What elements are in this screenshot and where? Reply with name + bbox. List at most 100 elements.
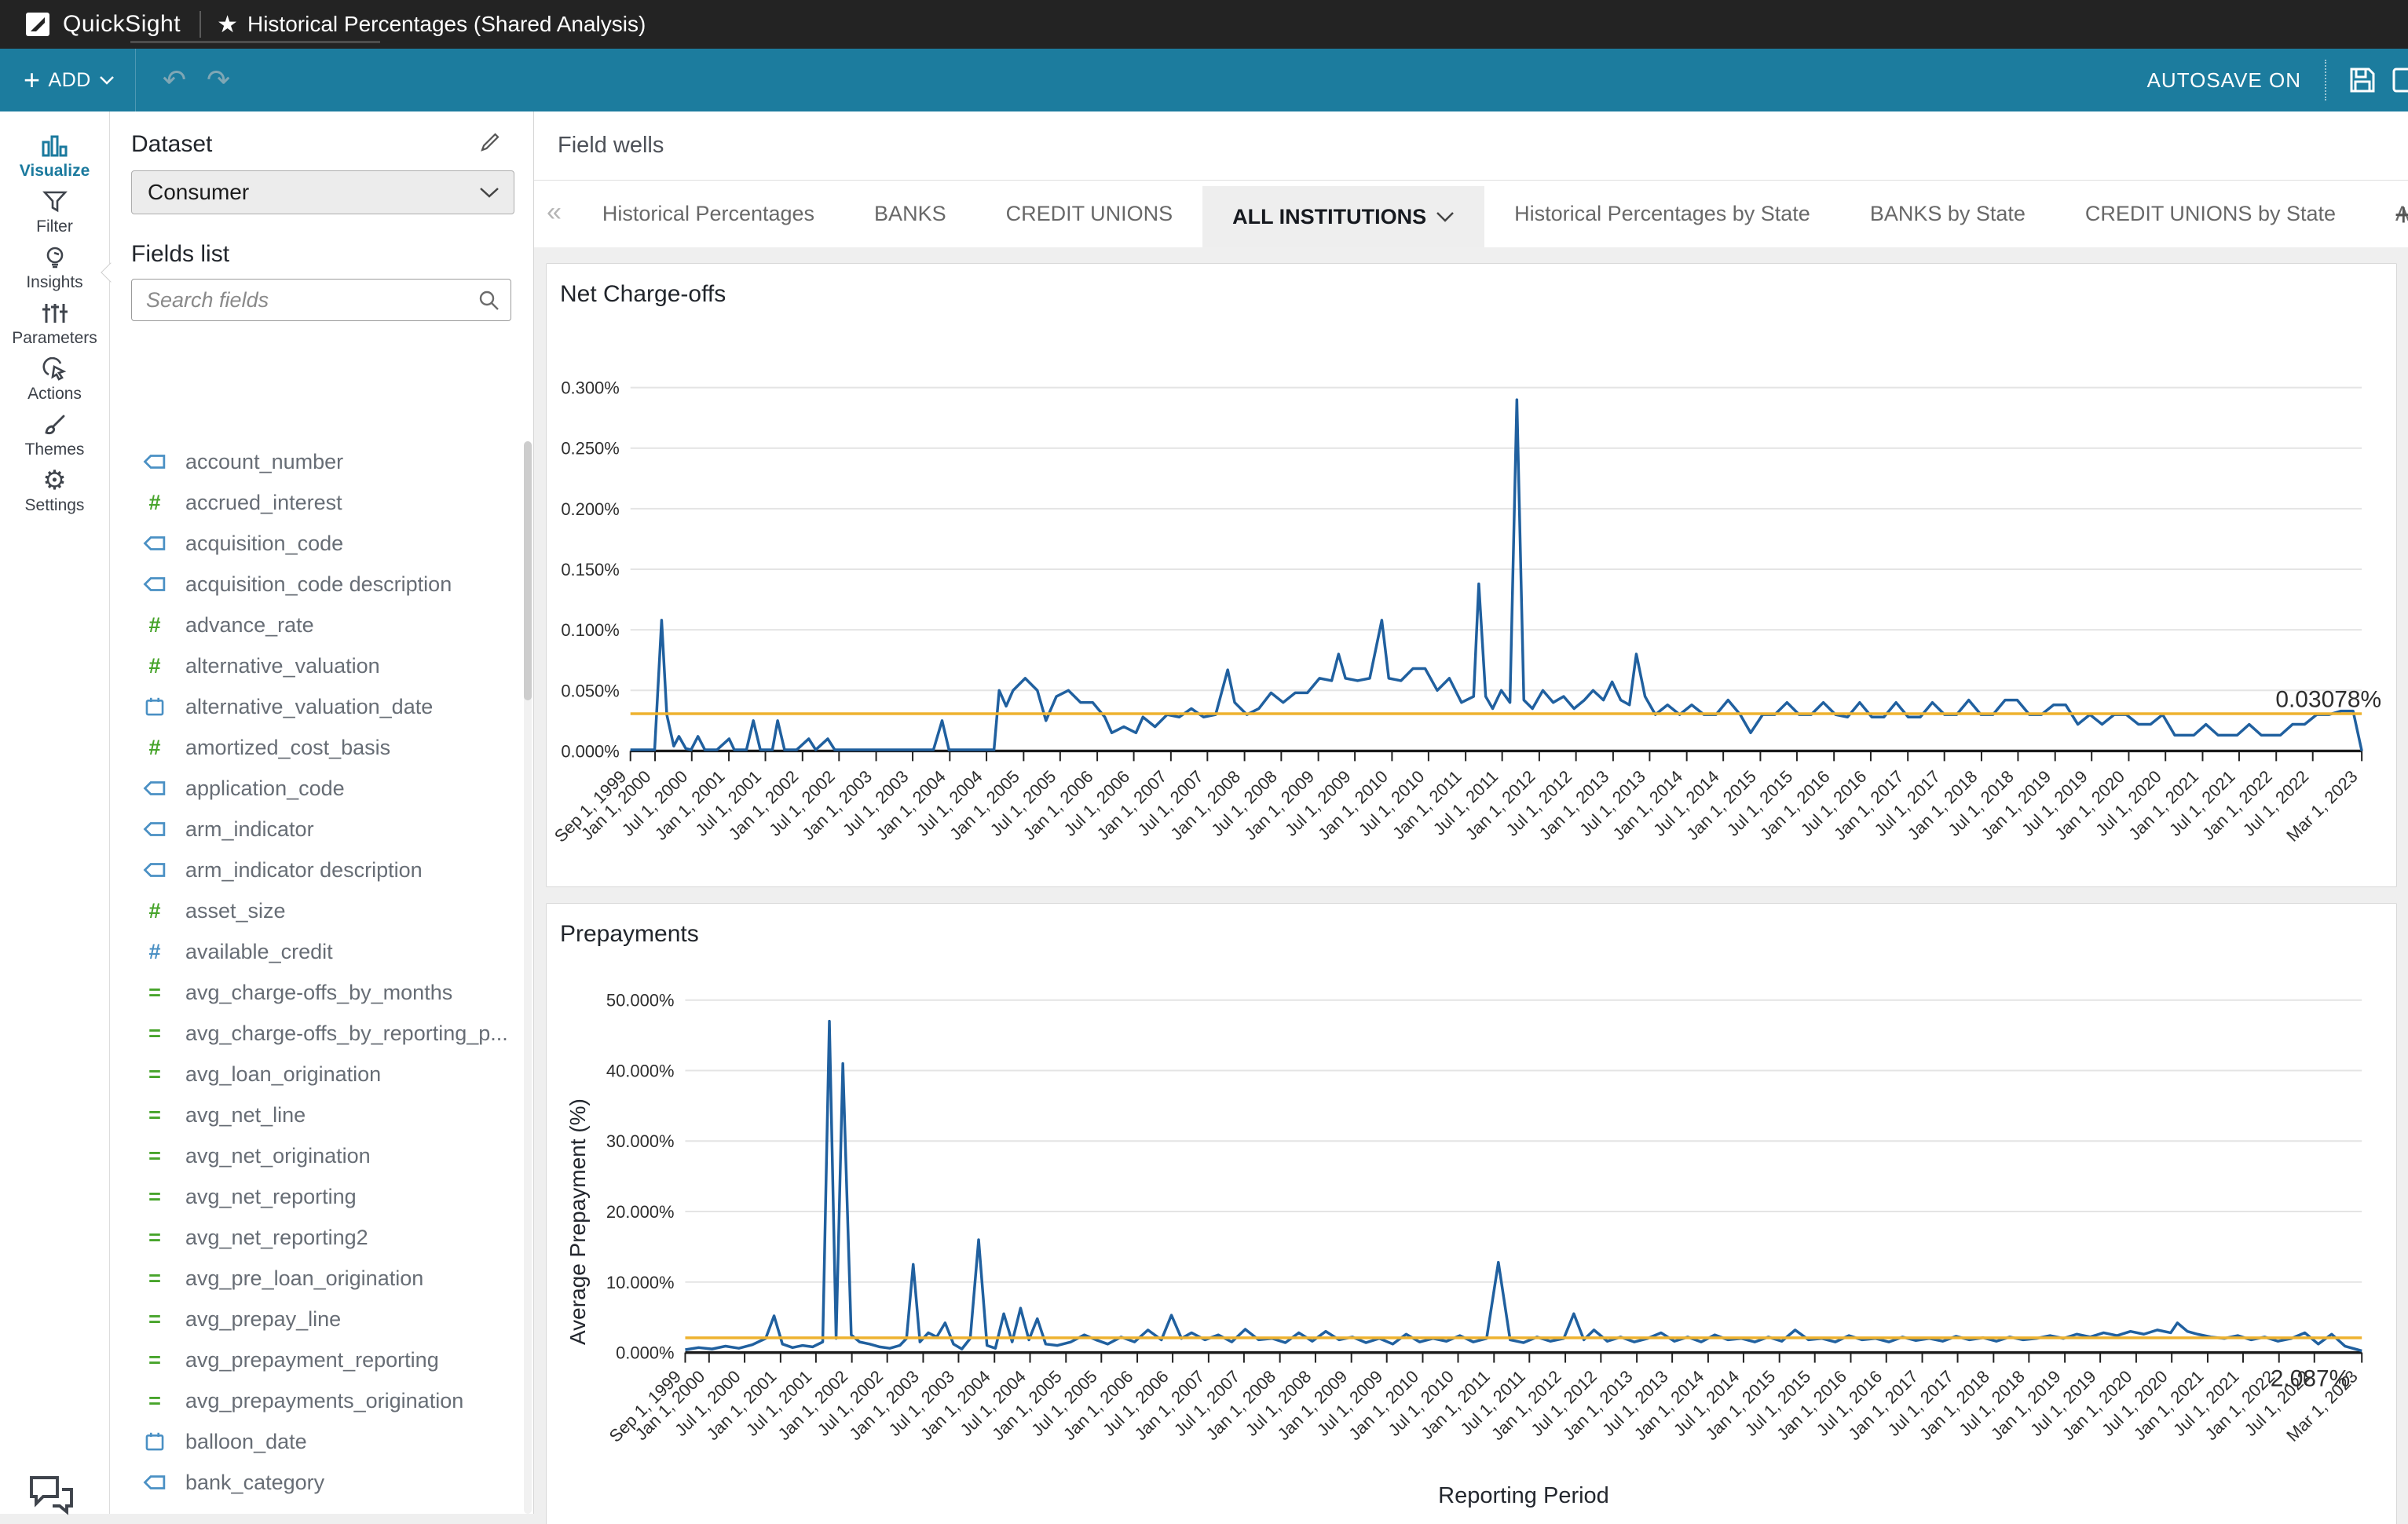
left-rail: Visualize Filter InsightsParameters Actions…: [0, 111, 110, 1514]
rail-item-actions[interactable]: Actions: [0, 352, 109, 407]
rail-item-filter[interactable]: Filter: [0, 185, 109, 240]
field-name: avg_pre_loan_origination: [185, 1266, 423, 1291]
tab-label: CREDIT UNIONS by State: [2085, 202, 2336, 226]
undo-icon[interactable]: ↶: [163, 64, 186, 97]
tab-banks-by-state[interactable]: BANKS by State: [1840, 181, 2055, 247]
save-icon[interactable]: [2347, 64, 2378, 96]
tab-historical-percentages[interactable]: Historical Percentages: [573, 181, 844, 247]
export-icon[interactable]: [2391, 64, 2408, 96]
field-item[interactable]: = avg_net_reporting2: [110, 1217, 522, 1258]
lightbulb-icon: [42, 245, 68, 270]
paintbrush-icon: [42, 412, 68, 437]
collapse-tabs-icon[interactable]: «: [547, 197, 562, 228]
field-item[interactable]: #amortized_cost_basis: [110, 727, 522, 768]
tab-label: BANKS by State: [1870, 202, 2026, 226]
field-item[interactable]: acquisition_code: [110, 523, 522, 564]
field-item[interactable]: #asset_size: [110, 890, 522, 931]
field-item[interactable]: balloon_date: [110, 1421, 522, 1462]
cursor-click-icon: [42, 356, 68, 382]
field-wells-bar[interactable]: Field wells: [534, 111, 2408, 181]
field-item[interactable]: =avg_net_origination: [110, 1135, 522, 1176]
field-item[interactable]: #available_credit: [110, 931, 522, 972]
scrollbar-thumb[interactable]: [524, 441, 532, 700]
plus-icon: +: [24, 68, 41, 92]
prepayments-chart[interactable]: 50.000%40.000%30.000%20.000%10.000%0.000…: [547, 904, 2396, 1524]
tab-credit-unions-by-state[interactable]: CREDIT UNIONS by State: [2055, 181, 2366, 247]
measure-icon: #: [141, 613, 168, 638]
field-name: advance_rate: [185, 613, 314, 638]
field-item[interactable]: =avg_net_reporting: [110, 1176, 522, 1217]
date-icon: [141, 696, 168, 717]
dimension-icon: [141, 1474, 168, 1491]
field-item[interactable]: =avg_prepayment_reporting: [110, 1339, 522, 1380]
field-name: avg_net_origination: [185, 1144, 371, 1168]
field-item[interactable]: application_code: [110, 768, 522, 809]
rail-item-visualize[interactable]: Visualize: [0, 129, 109, 185]
field-item[interactable]: # advance_rate: [110, 605, 522, 645]
calculated-field-icon: =: [141, 1226, 168, 1250]
prepayments-visual[interactable]: Prepayments Average Prepayment (%) 50.00…: [546, 903, 2397, 1524]
field-item[interactable]: #alternative_valuation: [110, 645, 522, 686]
measure-icon: #: [141, 491, 168, 515]
field-item[interactable]: =avg_prepayments_origination: [110, 1380, 522, 1421]
field-name: avg_prepay_line: [185, 1307, 341, 1332]
fields-scrollbar[interactable]: [524, 441, 532, 1514]
rail-item-label: Actions: [27, 385, 82, 404]
field-item[interactable]: #bank_id: [110, 1503, 522, 1514]
field-item[interactable]: =avg_charge-offs_by_months: [110, 972, 522, 1013]
tab-all-institutions[interactable]: ALL INSTITUTIONS: [1202, 186, 1484, 247]
edit-dataset-icon[interactable]: [478, 130, 502, 158]
rail-item-label: Filter: [36, 217, 73, 236]
dataset-select[interactable]: Consumer: [131, 170, 514, 214]
field-item[interactable]: bank_category: [110, 1462, 522, 1503]
rail-item-settings[interactable]: ⚙Settings: [0, 463, 109, 519]
rail-item-themes[interactable]: Themes: [0, 407, 109, 463]
field-item[interactable]: #accrued_interest: [110, 482, 522, 523]
net-charge-offs-visual[interactable]: Net Charge-offs 0.300%0.250%0.200%0.150%…: [546, 263, 2397, 887]
favorite-star-icon[interactable]: ★: [217, 11, 238, 38]
field-name: amortized_cost_basis: [185, 736, 390, 760]
quicksight-logo-icon[interactable]: [25, 12, 50, 37]
field-item[interactable]: arm_indicator description: [110, 850, 522, 890]
tab-label: CREDIT UNIONS: [1006, 202, 1173, 226]
field-item[interactable]: =avg_charge-offs_by_reporting_p...: [110, 1013, 522, 1054]
dimension-icon: [141, 861, 168, 879]
add-sheet-icon[interactable]: +: [2395, 198, 2408, 233]
divider: [135, 49, 136, 111]
measure-icon: #: [141, 654, 168, 678]
field-item[interactable]: =avg_net_line: [110, 1095, 522, 1135]
svg-text:0.03078%: 0.03078%: [2275, 687, 2381, 713]
add-button[interactable]: + ADD: [24, 68, 115, 92]
field-name: avg_net_line: [185, 1103, 306, 1127]
field-name: application_code: [185, 777, 345, 801]
field-name: arm_indicator description: [185, 858, 423, 883]
tab-banks[interactable]: BANKS: [844, 181, 976, 247]
field-item[interactable]: arm_indicator: [110, 809, 522, 850]
field-item[interactable]: acquisition_code description: [110, 564, 522, 605]
rail-item-parameters[interactable]: Parameters: [0, 296, 109, 352]
autosave-toggle[interactable]: AUTOSAVE ON: [2147, 68, 2301, 93]
feedback-icon[interactable]: [27, 1473, 79, 1524]
field-item[interactable]: alternative_valuation_date: [110, 686, 522, 727]
tab-historical-percentages-by-state[interactable]: Historical Percentages by State: [1484, 181, 1840, 247]
dimension-icon: [141, 535, 168, 552]
field-name: avg_net_reporting2: [185, 1226, 368, 1250]
svg-text:30.000%: 30.000%: [606, 1131, 675, 1151]
rail-item-insights[interactable]: Insights: [0, 240, 109, 296]
search-fields-input[interactable]: [131, 279, 511, 321]
sliders-icon: [42, 301, 68, 326]
field-item[interactable]: =avg_pre_loan_origination: [110, 1258, 522, 1299]
field-item[interactable]: =avg_prepay_line: [110, 1299, 522, 1339]
chevron-down-icon[interactable]: [1436, 211, 1455, 222]
calculated-field-icon: =: [141, 1185, 168, 1209]
fields-list: account_number#accrued_interestacquisiti…: [110, 441, 522, 1514]
numeric-dimension-icon: #: [141, 1511, 168, 1515]
field-item[interactable]: account_number: [110, 441, 522, 482]
net-charge-offs-chart[interactable]: 0.300%0.250%0.200%0.150%0.100%0.050%0.00…: [547, 264, 2396, 886]
app-name: QuickSight: [63, 11, 181, 38]
redo-icon[interactable]: ↷: [207, 64, 230, 97]
svg-text:0.000%: 0.000%: [561, 741, 619, 761]
tab-credit-unions[interactable]: CREDIT UNIONS: [976, 181, 1203, 247]
dataset-select-value: Consumer: [148, 180, 249, 205]
field-item[interactable]: =avg_loan_origination: [110, 1054, 522, 1095]
